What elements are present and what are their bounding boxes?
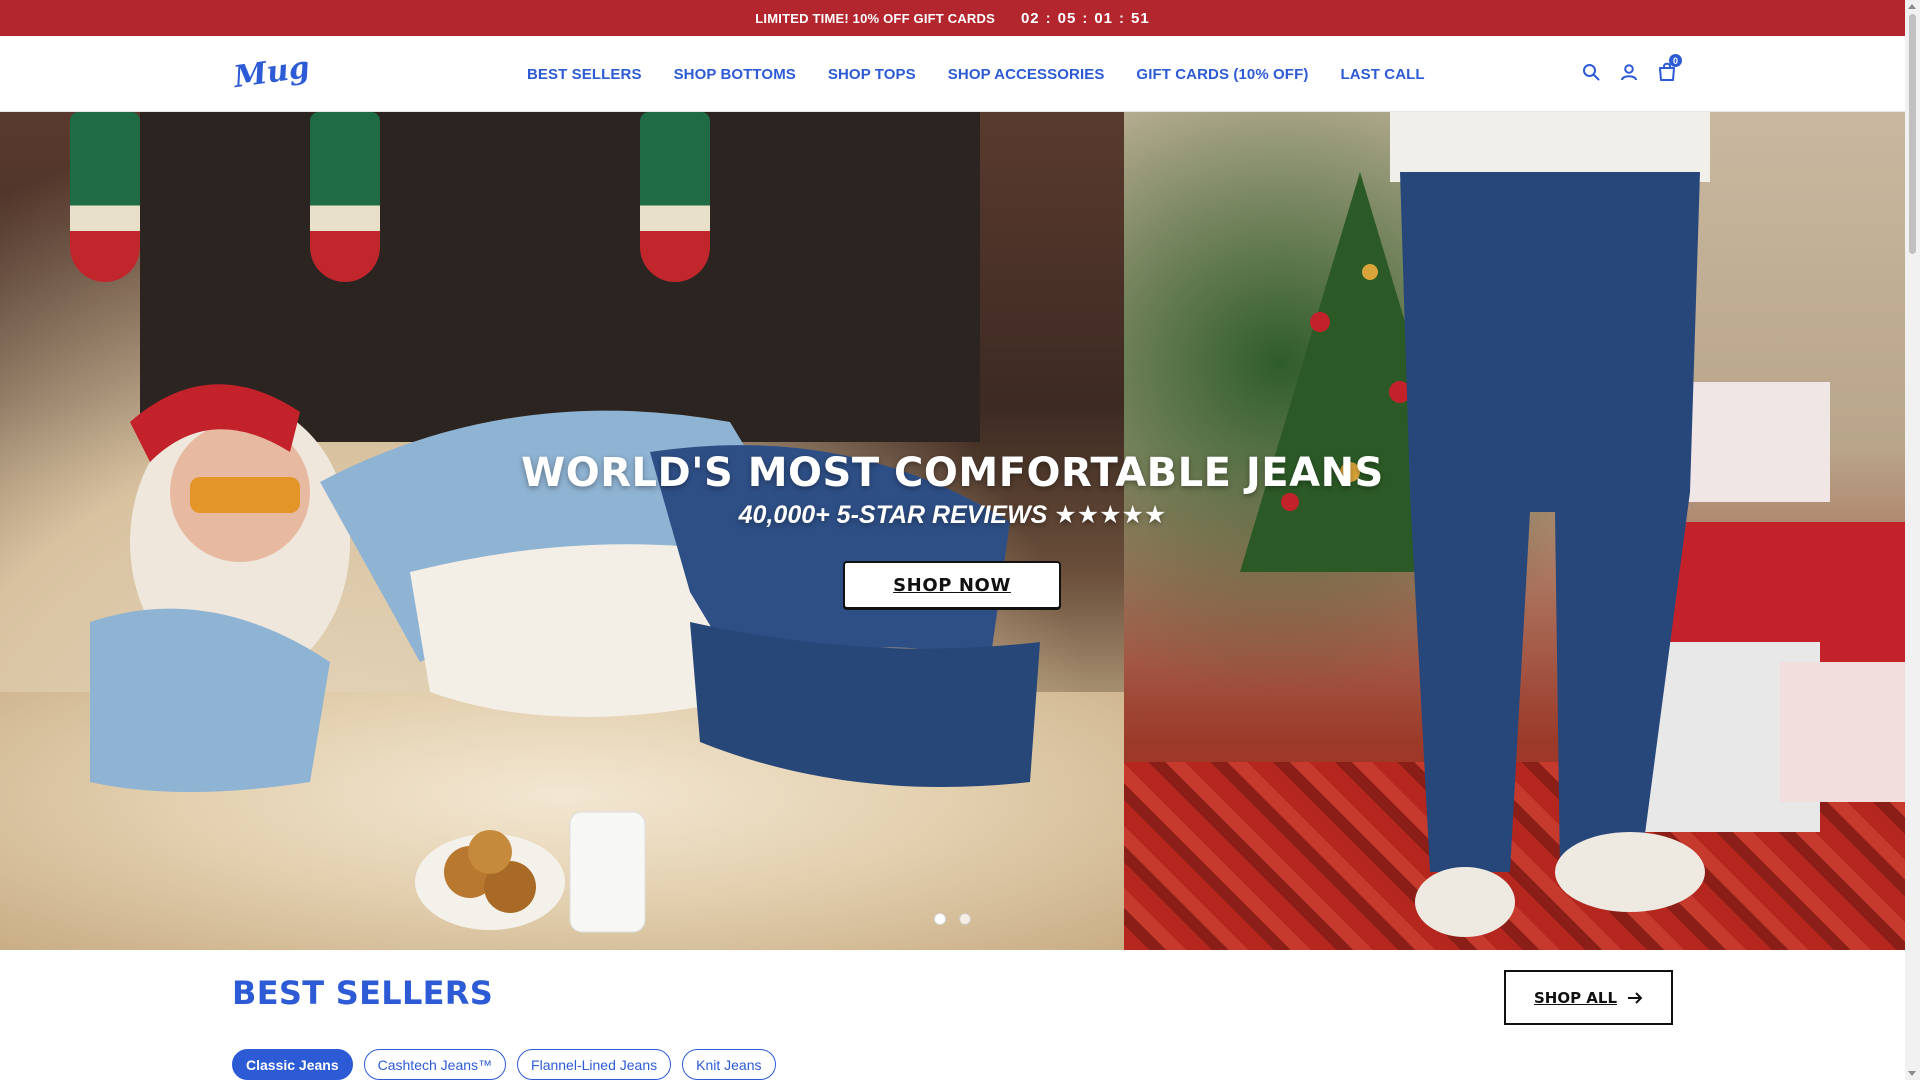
filter-knit-jeans[interactable]: Knit Jeans bbox=[682, 1049, 776, 1080]
hero-banner[interactable]: WORLD'S MOST COMFORTABLE JEANS 40,000+ 5… bbox=[0, 112, 1905, 950]
cart-icon[interactable]: 0 bbox=[1656, 54, 1682, 84]
scroll-up-icon[interactable] bbox=[1908, 4, 1916, 9]
arrow-right-icon bbox=[1628, 991, 1643, 1004]
filter-classic-jeans[interactable]: Classic Jeans bbox=[232, 1049, 353, 1080]
timer-separator: : bbox=[1082, 9, 1089, 27]
stocking-shape bbox=[640, 112, 710, 282]
user-icon[interactable] bbox=[1618, 60, 1640, 84]
jeans-legs-figure bbox=[1390, 112, 1710, 937]
timer-separator: : bbox=[1045, 9, 1052, 27]
timer-hours: 02 bbox=[1020, 9, 1040, 27]
announcement-bar: LIMITED TIME! 10% OFF GIFT CARDS 02 : 05… bbox=[0, 0, 1905, 36]
mugsy-logo-mark: Mugsy bbox=[231, 45, 349, 96]
scrollbar-thumb[interactable] bbox=[1909, 14, 1916, 254]
hero-image-santa bbox=[0, 112, 1124, 950]
search-icon[interactable] bbox=[1580, 60, 1602, 84]
cookies-milk-shape bbox=[415, 811, 646, 933]
announcement-text[interactable]: LIMITED TIME! 10% OFF GIFT CARDS bbox=[755, 11, 995, 26]
slider-dots bbox=[934, 913, 971, 925]
shop-all-label: SHOP ALL bbox=[1533, 988, 1618, 1007]
nav-shop-accessories[interactable]: SHOP ACCESSORIES bbox=[948, 66, 1105, 83]
site-header: Mugsy BEST SELLERS SHOP BOTTOMS SHOP TOP… bbox=[0, 36, 1905, 112]
mugsy-logo[interactable]: Mugsy bbox=[231, 45, 349, 96]
stocking-shape bbox=[70, 112, 140, 282]
header-actions: 0 bbox=[1580, 54, 1682, 84]
svg-text:Mugsy: Mugsy bbox=[232, 50, 310, 95]
timer-seconds: 01 bbox=[1094, 9, 1114, 27]
timer-frames: 51 bbox=[1131, 9, 1150, 27]
nav-shop-bottoms[interactable]: SHOP BOTTOMS bbox=[674, 66, 796, 83]
nav-gift-cards[interactable]: GIFT CARDS (10% OFF) bbox=[1136, 66, 1308, 83]
cart-count-badge: 0 bbox=[1669, 54, 1682, 67]
timer-minutes: 05 bbox=[1057, 9, 1077, 27]
hero-title: WORLD'S MOST COMFORTABLE JEANS bbox=[521, 450, 1384, 496]
shop-all-button[interactable]: SHOP ALL bbox=[1504, 970, 1673, 1025]
shop-now-button[interactable]: SHOP NOW bbox=[843, 561, 1061, 609]
scroll-down-icon[interactable] bbox=[1908, 1071, 1916, 1076]
stocking-shape bbox=[310, 112, 380, 282]
best-sellers-heading: BEST SELLERS bbox=[232, 974, 494, 1012]
countdown-timer: 02 : 05 : 01 : 51 bbox=[1021, 10, 1150, 27]
filter-cashtech-jeans[interactable]: Cashtech Jeans™ bbox=[363, 1049, 507, 1080]
main-nav: BEST SELLERS SHOP BOTTOMS SHOP TOPS SHOP… bbox=[527, 36, 1425, 112]
nav-best-sellers[interactable]: BEST SELLERS bbox=[527, 66, 642, 83]
filter-flannel-lined-jeans[interactable]: Flannel-Lined Jeans bbox=[517, 1049, 672, 1080]
slider-dot[interactable] bbox=[959, 913, 971, 925]
page-scrollbar[interactable] bbox=[1905, 0, 1920, 1080]
timer-separator: : bbox=[1119, 9, 1126, 27]
nav-last-call[interactable]: LAST CALL bbox=[1340, 66, 1424, 83]
nav-shop-tops[interactable]: SHOP TOPS bbox=[828, 66, 916, 83]
best-sellers-filters: Classic Jeans Cashtech Jeans™ Flannel-Li… bbox=[232, 1049, 776, 1080]
hero-subtitle: 40,000+ 5-STAR REVIEWS ★★★★★ bbox=[738, 501, 1167, 529]
slider-dot[interactable] bbox=[934, 913, 946, 925]
